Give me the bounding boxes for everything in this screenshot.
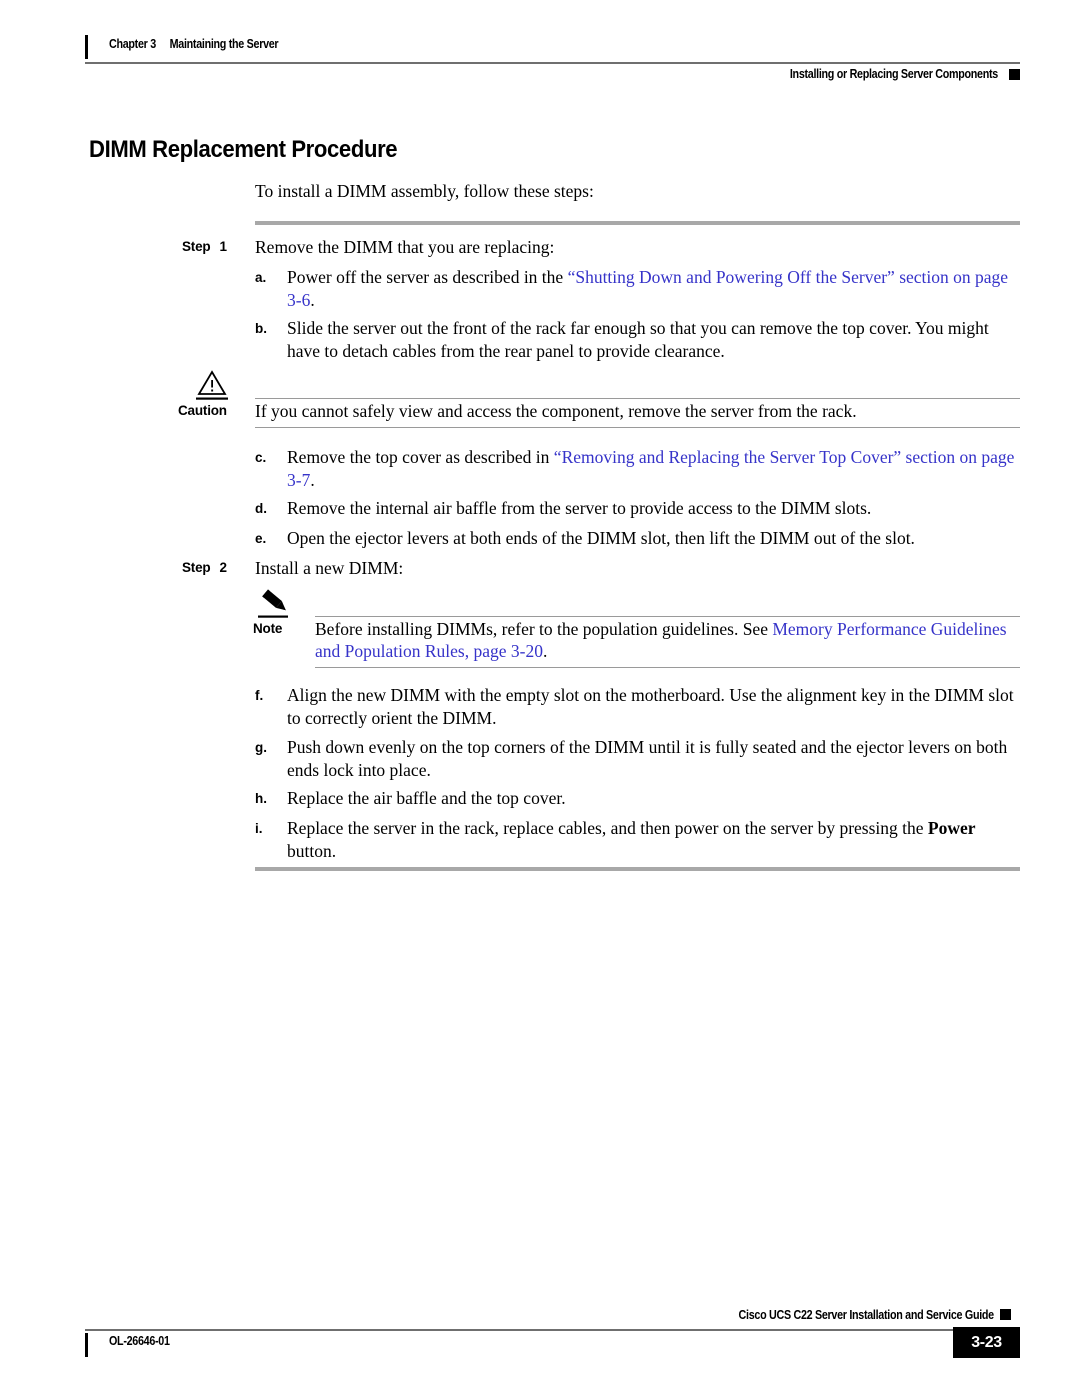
note-top-rule	[315, 616, 1020, 618]
note-label: Note	[253, 621, 283, 636]
pencil-icon	[258, 588, 304, 622]
list-marker-c: c.	[255, 450, 267, 465]
list-item-b: b. Slide the server out the front of the…	[255, 317, 1023, 362]
list-marker-e: e.	[255, 531, 267, 546]
item-c-text-after: .	[310, 469, 315, 490]
list-marker-i: i.	[255, 821, 263, 836]
header-section-title: Installing or Replacing Server Component…	[789, 67, 998, 81]
step-1-label: Step 1	[182, 239, 227, 254]
intro-paragraph: To install a DIMM assembly, follow these…	[255, 181, 594, 201]
document-page: Chapter 3 Maintaining the Server Installi…	[0, 0, 1080, 1397]
list-item-a: a. Power off the server as described in …	[255, 266, 1023, 311]
list-marker-g: g.	[255, 740, 267, 755]
list-item-d-body: Remove the internal air baffle from the …	[287, 498, 872, 518]
footer-square-marker	[1000, 1309, 1011, 1320]
list-item-e-body: Open the ejector levers at both ends of …	[287, 528, 915, 548]
caution-bottom-rule	[255, 427, 1020, 429]
item-i-emphasis: Power	[927, 818, 976, 838]
header-chapter-label: Chapter 3	[109, 37, 156, 51]
page-title: DIMM Replacement Procedure	[89, 136, 398, 163]
item-i-text-after: button.	[287, 840, 337, 861]
page-header: Chapter 3 Maintaining the Server Installi…	[85, 33, 1020, 83]
step-2-label: Step 2	[182, 560, 227, 575]
page-footer: Cisco UCS C22 Server Installation and Se…	[85, 1303, 1020, 1373]
list-item-f-body: Align the new DIMM with the empty slot o…	[287, 685, 1014, 728]
header-divider	[85, 62, 1020, 64]
step-1-number: 1	[219, 239, 227, 254]
step-1-text: Remove the DIMM that you are replacing:	[255, 237, 555, 257]
list-item-c-body: Remove the top cover as described in “Re…	[287, 446, 1023, 491]
list-item-d: d. Remove the internal air baffle from t…	[255, 497, 1023, 520]
list-item-a-body: Power off the server as described in the…	[287, 266, 1023, 311]
list-marker-b: b.	[255, 321, 267, 336]
step-2-number: 2	[219, 560, 227, 575]
header-chapter-title: Maintaining the Server	[169, 37, 279, 51]
footer-left-bar	[85, 1333, 88, 1357]
step-2-word: Step	[182, 560, 211, 575]
warning-triangle-icon	[196, 370, 242, 404]
step-2-text: Install a new DIMM:	[255, 558, 404, 578]
procedure-bottom-rule	[255, 867, 1020, 871]
caution-top-rule	[255, 398, 1020, 400]
footer-document-number: OL-26646-01	[109, 1334, 170, 1348]
note-text-before: Before installing DIMMs, refer to the po…	[315, 619, 773, 639]
list-marker-h: h.	[255, 791, 267, 806]
item-a-text-before: Power off the server as described in the	[287, 267, 568, 287]
header-chapter: Chapter 3 Maintaining the Server	[109, 37, 279, 51]
list-item-g-body: Push down evenly on the top corners of t…	[287, 737, 1008, 780]
list-item-c: c. Remove the top cover as described in …	[255, 446, 1023, 491]
list-item-b-body: Slide the server out the front of the ra…	[287, 318, 989, 361]
note-text-after: .	[542, 640, 548, 661]
list-item-h: h. Replace the air baffle and the top co…	[255, 787, 1023, 810]
list-item-f: f. Align the new DIMM with the empty slo…	[255, 684, 1023, 729]
footer-page-number: 3-23	[971, 1334, 1002, 1351]
list-item-h-body: Replace the air baffle and the top cover…	[287, 788, 566, 808]
footer-guide-title: Cisco UCS C22 Server Installation and Se…	[738, 1308, 995, 1322]
list-marker-d: d.	[255, 501, 267, 516]
caution-text: If you cannot safely view and access the…	[255, 401, 857, 421]
item-i-text-before: Replace the server in the rack, replace …	[287, 818, 928, 838]
item-c-text-before: Remove the top cover as described in	[287, 447, 554, 467]
list-item-e: e. Open the ejector levers at both ends …	[255, 527, 1023, 550]
list-item-g: g. Push down evenly on the top corners o…	[255, 736, 1023, 781]
note-text: Before installing DIMMs, refer to the po…	[315, 619, 1020, 662]
procedure-top-rule	[255, 221, 1020, 225]
caution-label: Caution	[178, 403, 227, 418]
header-left-bar	[85, 35, 88, 59]
list-marker-f: f.	[255, 688, 264, 703]
list-item-i: i. Replace the server in the rack, repla…	[255, 817, 1023, 862]
item-a-text-after: .	[310, 289, 315, 310]
step-1-word: Step	[182, 239, 211, 254]
note-bottom-rule	[315, 667, 1020, 669]
footer-divider	[85, 1329, 965, 1331]
header-square-marker	[1009, 69, 1020, 80]
list-item-i-body: Replace the server in the rack, replace …	[287, 817, 1023, 862]
list-marker-a: a.	[255, 270, 267, 285]
